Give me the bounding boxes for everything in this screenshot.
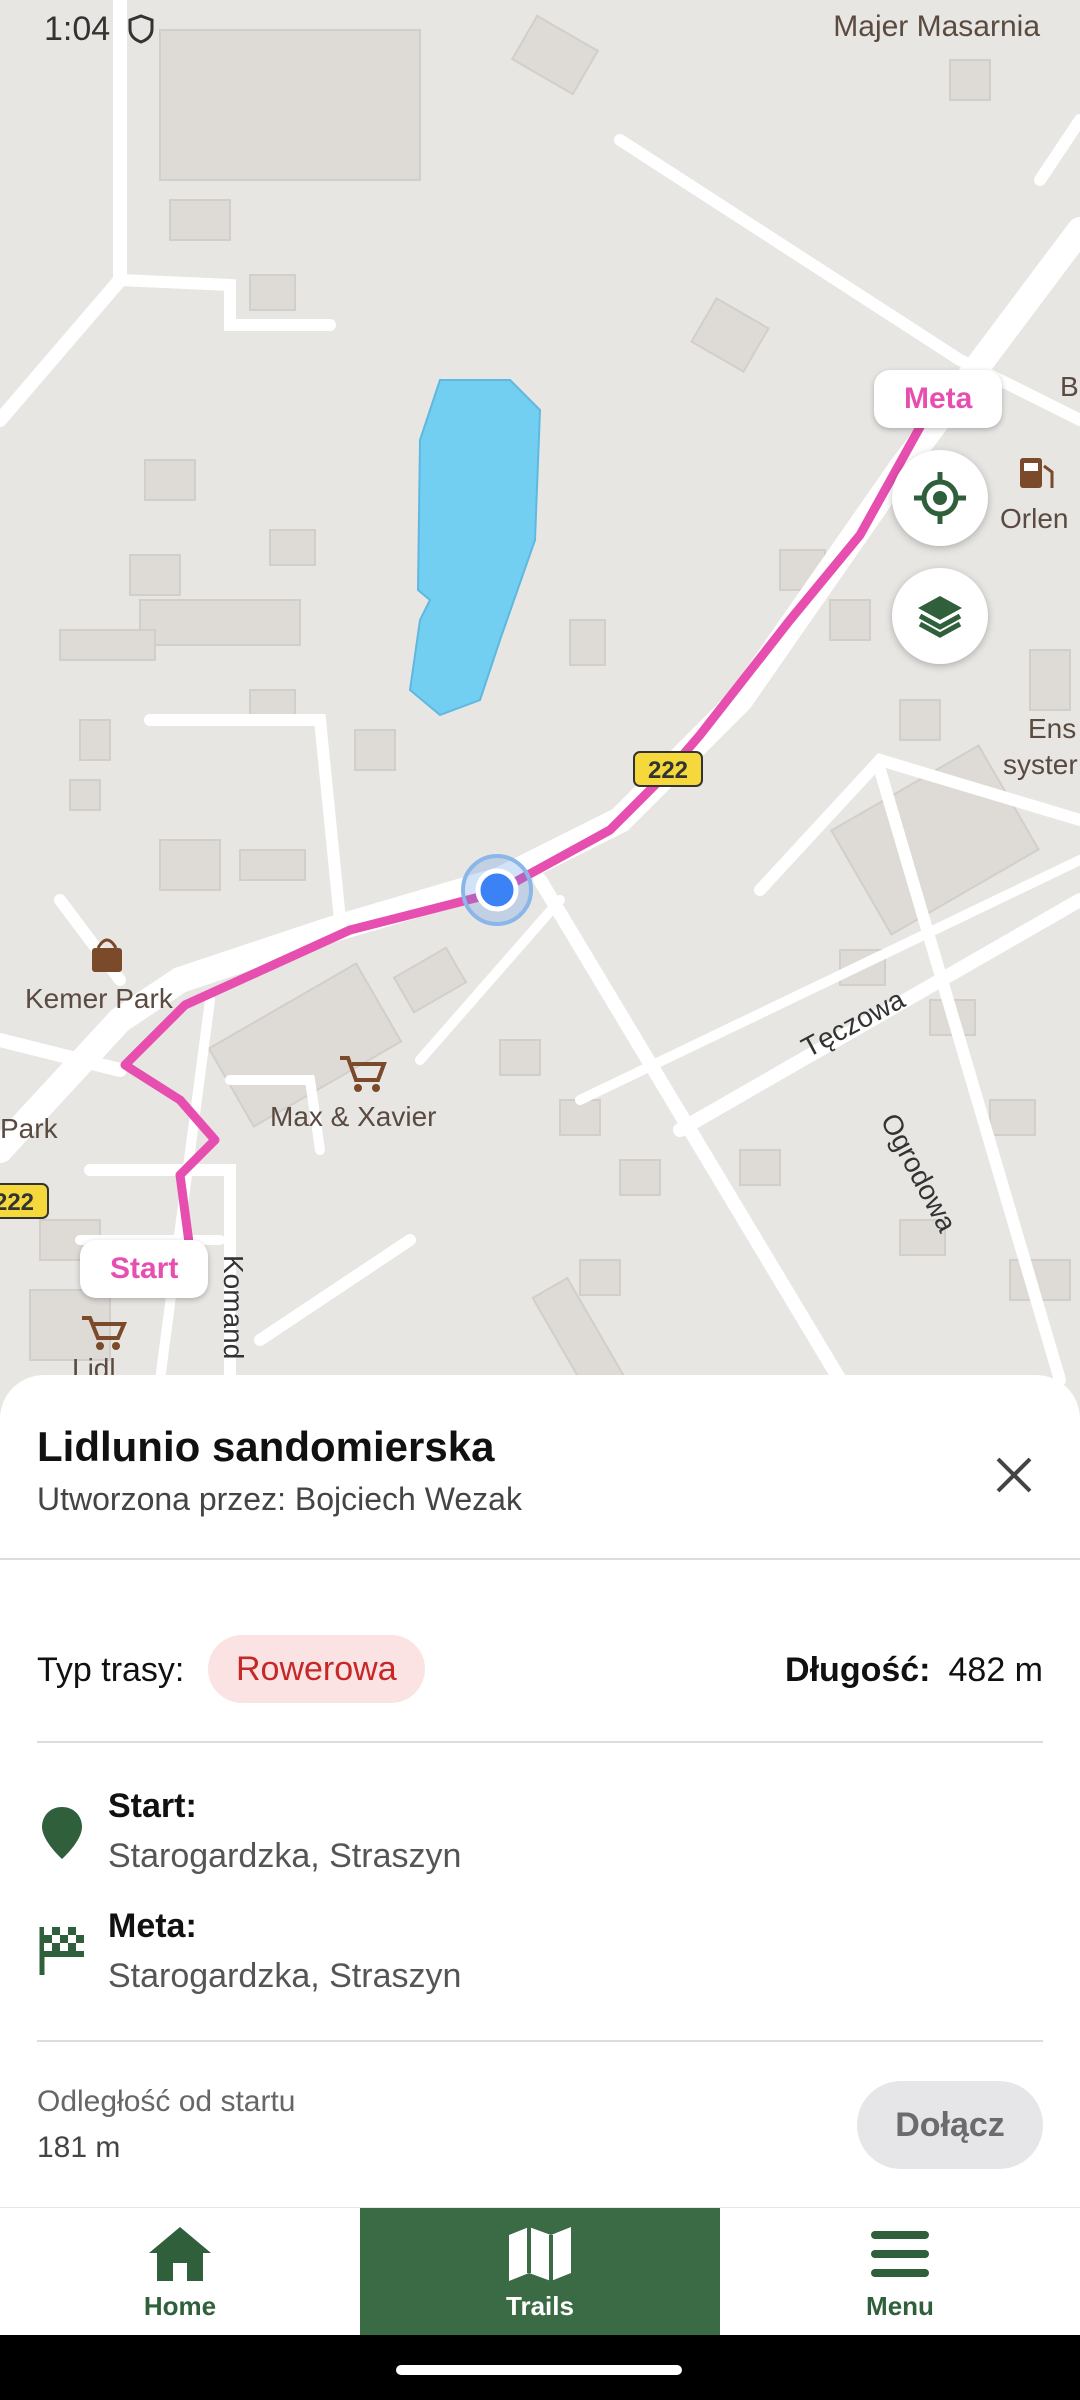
shield-icon [128, 14, 154, 44]
place-label: syster [1003, 749, 1078, 780]
length-row: Długość: 482 m [785, 1651, 1043, 1690]
road-badge: 222 [633, 751, 703, 787]
end-label: Meta: [108, 1907, 197, 1945]
svg-text:222: 222 [0, 1189, 34, 1216]
place-label: Kemer Park [25, 983, 174, 1014]
layers-button[interactable] [892, 568, 988, 664]
trail-title: Lidlunio sandomierska [37, 1423, 495, 1470]
place-label: Park [0, 1113, 59, 1144]
nav-trails[interactable]: Trails [360, 2208, 720, 2336]
place-label: Max & Xavier [270, 1101, 437, 1132]
street-label: Komand [218, 1255, 249, 1359]
divider [0, 1558, 1080, 1560]
length-value: 482 m [948, 1651, 1044, 1689]
distance-value: 181 m [37, 2131, 121, 2164]
home-icon [149, 2226, 211, 2281]
layers-icon [918, 596, 962, 638]
trail-details-sheet: Lidlunio sandomierska Utworzona przez: B… [0, 1375, 1080, 2207]
svg-text:222: 222 [648, 757, 688, 784]
status-time: 1:04 [44, 10, 111, 48]
divider [37, 1741, 1043, 1743]
my-location-button[interactable] [892, 450, 988, 546]
nav-menu-label: Menu [866, 2290, 934, 2321]
nav-home[interactable]: Home [0, 2208, 360, 2336]
join-button[interactable]: Dołącz [857, 2081, 1043, 2169]
map-view[interactable]: 222 222 Kemer Park Park Max & Xavier Orl… [0, 0, 1080, 1420]
distance-label: Odległość od startu [37, 2085, 296, 2118]
menu-icon [871, 2230, 929, 2277]
home-gesture-handle[interactable] [396, 2365, 682, 2375]
end-pin-label: Meta [874, 370, 1003, 428]
trail-type-chip: Rowerowa [208, 1635, 425, 1703]
finish-flag-icon [39, 1927, 84, 1975]
location-pin-icon [42, 1807, 82, 1859]
status-overlay-text: Majer Masarnia [833, 10, 1040, 43]
map-canvas[interactable]: 222 222 Kemer Park Park Max & Xavier Orl… [0, 0, 1080, 1420]
crosshair-icon [914, 472, 966, 524]
road-badge: 222 [0, 1183, 49, 1219]
map-icon [509, 2226, 571, 2281]
divider [37, 2040, 1043, 2042]
bottom-navigation: Home Trails Menu [0, 2207, 1080, 2336]
place-label: Ens [1028, 713, 1076, 744]
nav-trails-label: Trails [506, 2290, 574, 2321]
status-icons: Majer Masarnia [833, 10, 1040, 44]
length-label: Długość: [785, 1651, 931, 1689]
start-address: Starogardzka, Straszyn [108, 1837, 462, 1875]
start-pin-label: Start [80, 1240, 209, 1298]
place-label: B [1060, 371, 1079, 402]
trail-type-label: Typ trasy: [37, 1651, 185, 1689]
status-bar: 1:04 Majer Masarnia [0, 0, 1080, 60]
place-label: Orlen [1000, 503, 1068, 534]
trail-author: Utworzona przez: Bojciech Wezak [37, 1481, 522, 1517]
close-icon[interactable] [984, 1445, 1044, 1505]
nav-menu[interactable]: Menu [720, 2208, 1080, 2336]
end-address: Starogardzka, Straszyn [108, 1957, 462, 1995]
start-label: Start: [108, 1787, 197, 1825]
nav-home-label: Home [143, 2290, 217, 2321]
